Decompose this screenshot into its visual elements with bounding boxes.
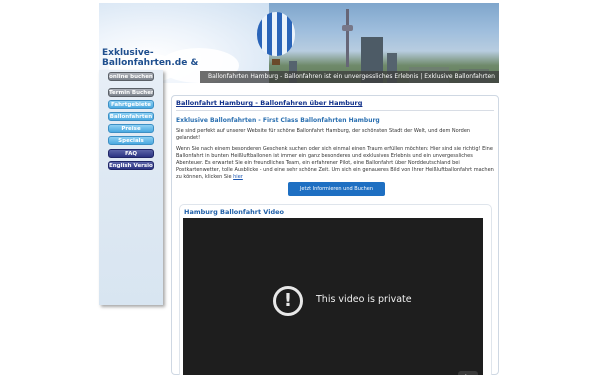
header-ticker: Ballonfahrten Hamburg - Ballonfahren ist… (200, 71, 499, 83)
nav-ballonfahrten[interactable]: Ballonfahrten (108, 112, 154, 121)
youtube-logo-icon[interactable] (458, 371, 478, 375)
video-card: Hamburg Ballonfahrt Video ! This video i… (179, 204, 492, 375)
nav-preise[interactable]: Preise (108, 124, 154, 133)
page-title[interactable]: Ballonfahrt Hamburg - Ballonfahren über … (176, 99, 494, 111)
site-logo[interactable]: Exklusive- Ballonfahrten.de & (102, 48, 198, 68)
main-content: Ballonfahrt Hamburg - Ballonfahren über … (171, 95, 499, 375)
nav-faq[interactable]: FAQ (108, 149, 154, 158)
logo-line1: Exklusive- (102, 48, 154, 58)
informieren-buchen-button[interactable]: Jetzt Informieren und Buchen (288, 182, 385, 196)
description-text: Wenn Sie nach einem besonderen Geschenk … (176, 146, 494, 180)
nav-specials[interactable]: Specials (108, 136, 154, 145)
online-buchen-button[interactable]: online buchen (108, 72, 154, 81)
video-private-message: This video is private (316, 294, 412, 305)
sidebar-nav: online buchen Termin Buchen Fahrtgebiete… (99, 70, 163, 305)
hier-link[interactable]: hier (233, 174, 243, 180)
logo-line2: Ballonfahrten.de & (102, 58, 199, 68)
intro-paragraph: Sie sind perfekt auf unserer Website für… (176, 128, 471, 141)
tv-tower-image (346, 9, 349, 67)
sub-heading: Exklusive Ballonfahrten - First Class Ba… (176, 117, 380, 124)
video-player[interactable]: ! This video is private (183, 218, 483, 375)
nav-fahrtgebiete[interactable]: Fahrtgebiete (108, 100, 154, 109)
exclamation-circle-icon: ! (273, 286, 303, 316)
description-paragraph: Wenn Sie nach einem besonderen Geschenk … (176, 146, 494, 181)
nav-english-version[interactable]: English Version (108, 161, 154, 170)
video-title: Hamburg Ballonfahrt Video (184, 208, 284, 216)
termin-buchen-button[interactable]: Termin Buchen (108, 88, 154, 97)
balloon-blue-image (257, 12, 295, 56)
